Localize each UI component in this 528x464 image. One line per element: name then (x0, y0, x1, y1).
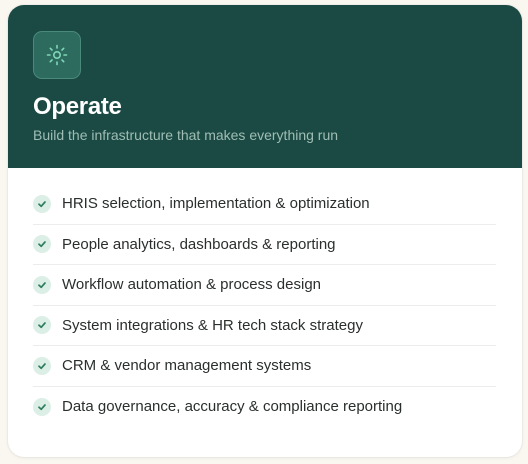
list-item: Workflow automation & process design (33, 265, 496, 306)
card-title: Operate (33, 93, 122, 120)
list-item: CRM & vendor management systems (33, 346, 496, 387)
list-item: Data governance, accuracy & compliance r… (33, 387, 496, 428)
list-item-label: CRM & vendor management systems (62, 357, 312, 375)
check-icon (33, 316, 51, 335)
list-item-label: Data governance, accuracy & compliance r… (62, 398, 403, 416)
check-icon (33, 235, 51, 254)
list-item: People analytics, dashboards & reporting (33, 225, 496, 265)
check-icon (33, 397, 51, 416)
list-item-label: System integrations & HR tech stack stra… (62, 316, 363, 334)
card-header: Operate Build the infrastructure that ma… (8, 5, 522, 168)
check-icon (33, 356, 51, 375)
sun-icon (33, 31, 81, 79)
list-item-label: Workflow automation & process design (62, 276, 322, 294)
list-item: System integrations & HR tech stack stra… (33, 306, 496, 346)
list-item-label: HRIS selection, implementation & optimiz… (62, 195, 370, 213)
feature-list: HRIS selection, implementation & optimiz… (8, 168, 522, 427)
check-icon (33, 275, 51, 294)
card-subtitle: Build the infrastructure that makes ever… (33, 127, 339, 143)
list-item-label: People analytics, dashboards & reporting (62, 235, 336, 253)
check-icon (33, 194, 51, 213)
operate-card: Operate Build the infrastructure that ma… (8, 5, 522, 457)
list-item: HRIS selection, implementation & optimiz… (33, 184, 496, 225)
